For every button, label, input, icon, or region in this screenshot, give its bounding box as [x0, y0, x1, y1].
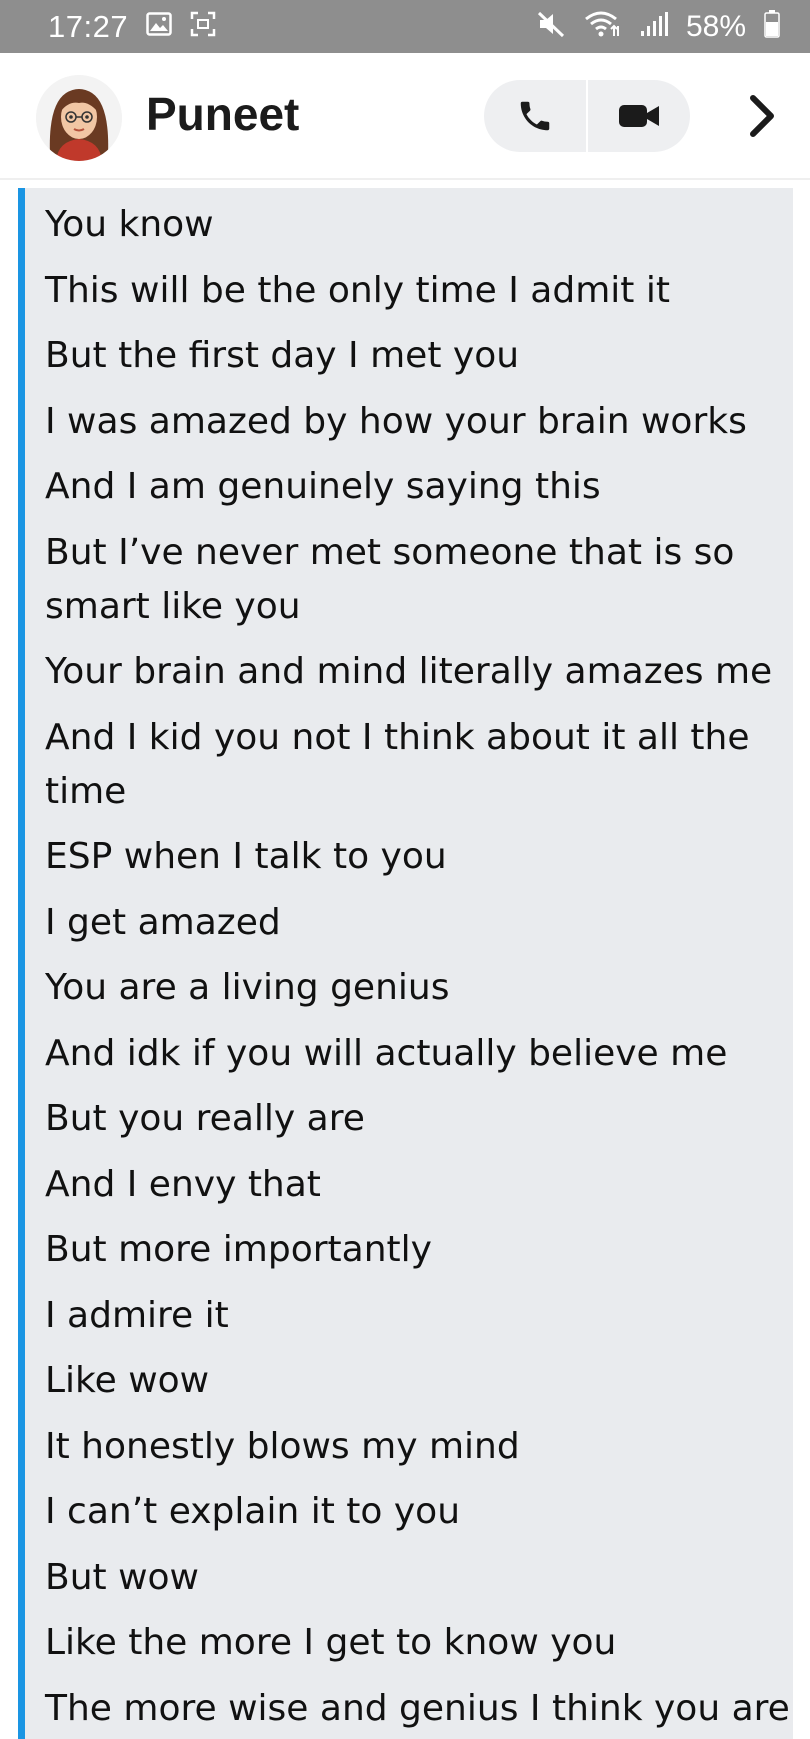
battery-percent: 58%: [685, 9, 746, 43]
chevron-right-icon: [750, 95, 774, 137]
message-line: ESP when I talk to you: [45, 836, 447, 877]
contact-name[interactable]: Puneet: [146, 87, 299, 141]
message-line: I admire it: [45, 1294, 229, 1336]
video-camera-icon: [619, 105, 660, 127]
message-line: And I kid you not I think about it all t…: [45, 716, 750, 812]
message-line: But the first day I met you: [45, 335, 520, 376]
message-line: You are a living genius: [45, 967, 450, 1008]
voice-call-button[interactable]: [484, 80, 586, 152]
message-bubble[interactable]: You know This will be the only time I ad…: [18, 188, 793, 1739]
contact-avatar[interactable]: [36, 75, 122, 161]
message-line: And I am genuinely saying this: [45, 466, 601, 507]
bitmoji-avatar-icon: [36, 75, 122, 161]
message-line: You know: [45, 204, 214, 245]
message-line: And idk if you will actually believe me: [45, 1032, 728, 1074]
status-bar: 17:27 58%: [0, 0, 810, 53]
phone-icon: [520, 101, 549, 131]
message-line: But wow: [45, 1556, 199, 1598]
more-button[interactable]: [740, 87, 784, 145]
call-button-group: [484, 80, 690, 152]
message-line: Like the more I get to know you: [45, 1622, 617, 1663]
gallery-icon: [146, 12, 172, 41]
message-line: This will be the only time I admit it: [45, 269, 670, 311]
message-line: I was amazed by how your brain works: [45, 400, 747, 442]
signal-icon: [640, 11, 668, 42]
message-line: But more importantly: [45, 1229, 432, 1270]
chat-header: Puneet: [0, 53, 810, 180]
message-line: I get amazed: [45, 901, 281, 943]
mute-icon: [536, 10, 566, 43]
message-line: The more wise and genius I think you are: [45, 1687, 790, 1729]
chat-area: You know This will be the only time I ad…: [0, 180, 810, 1739]
status-time: 17:27: [48, 8, 129, 44]
screenshot-icon: [190, 11, 216, 42]
message-line: And I envy that: [45, 1163, 321, 1205]
battery-icon: [764, 10, 780, 43]
message-line: It honestly blows my mind: [45, 1425, 520, 1467]
status-right: 58%: [536, 10, 780, 44]
message-line: But I’ve never met someone that is so sm…: [45, 531, 735, 627]
message-line: I can’t explain it to you: [45, 1491, 461, 1532]
message-line: But you really are: [45, 1098, 365, 1139]
video-call-button[interactable]: [588, 80, 690, 152]
status-left: 17:27: [48, 9, 216, 45]
wifi-icon: [584, 10, 622, 43]
message-line: Like wow: [45, 1360, 210, 1401]
message-line: Your brain and mind literally amazes me: [45, 651, 773, 692]
